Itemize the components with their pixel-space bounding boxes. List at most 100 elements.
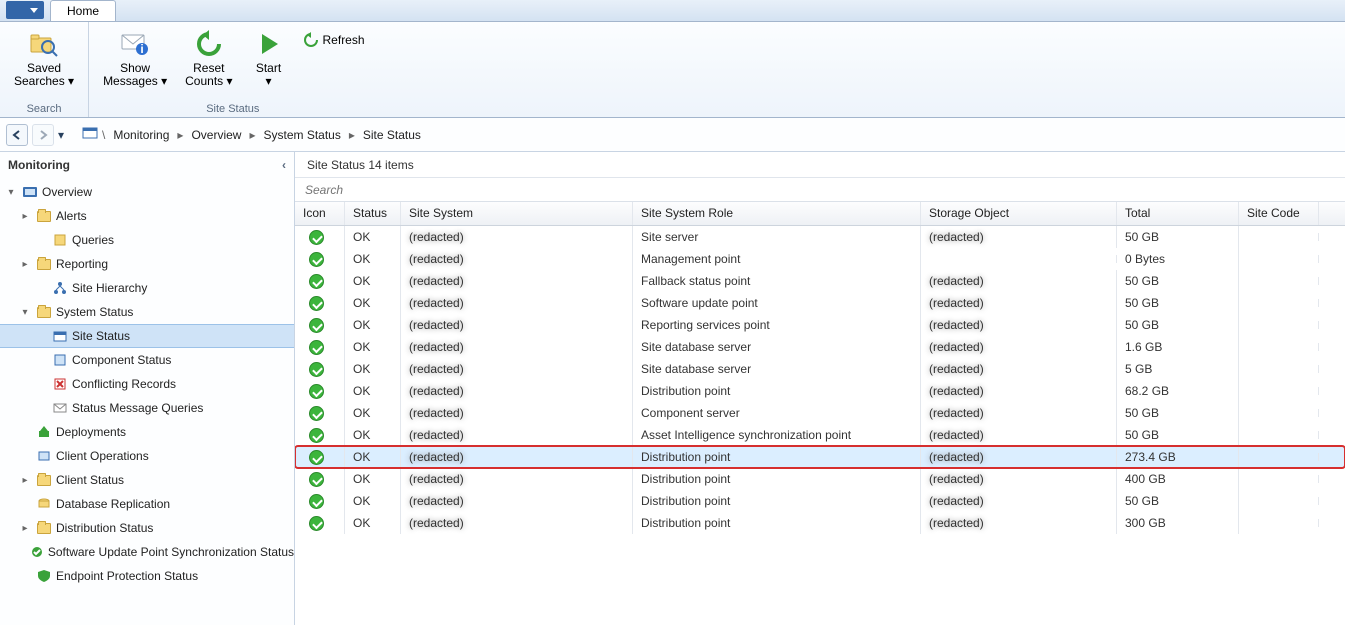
tree-item-component-status[interactable]: Component Status — [0, 348, 294, 372]
cell-total: 50 GB — [1117, 402, 1239, 424]
expand-toggle-icon[interactable]: ▸ — [18, 259, 32, 270]
cell-storage: (redacted) — [921, 468, 1117, 490]
cell-total: 50 GB — [1117, 424, 1239, 446]
table-row[interactable]: OK(redacted)Distribution point(redacted)… — [295, 446, 1345, 468]
table-row[interactable]: OK(redacted)Distribution point(redacted)… — [295, 380, 1345, 402]
column-header-status[interactable]: Status — [345, 202, 401, 225]
ribbon-group-sitestatus: i Show Messages ▾ Reset Counts ▾ Start ▾ — [89, 22, 376, 117]
tree-item-system-status[interactable]: ▾ System Status — [0, 300, 294, 324]
table-row[interactable]: OK(redacted)Site database server(redacte… — [295, 336, 1345, 358]
tree-item-software-update-point-synchronization-status[interactable]: Software Update Point Synchronization St… — [0, 540, 294, 564]
refresh-label: Refresh — [323, 33, 365, 47]
table-row[interactable]: OK(redacted)Site server(redacted)50 GB — [295, 226, 1345, 248]
collapse-tree-icon[interactable]: ‹ — [282, 158, 286, 172]
hierarchy-icon — [52, 280, 68, 296]
tree-item-label: Overview — [42, 185, 92, 199]
cell-sitecode — [1239, 365, 1319, 373]
column-header-role[interactable]: Site System Role — [633, 202, 921, 225]
column-header-icon[interactable]: Icon — [295, 202, 345, 225]
app-menu-button[interactable] — [6, 1, 44, 19]
breadcrumb-item[interactable]: System Status — [259, 128, 344, 142]
table-row[interactable]: OK(redacted)Software update point(redact… — [295, 292, 1345, 314]
tree-item-label: System Status — [56, 305, 133, 319]
table-row[interactable]: OK(redacted)Management point0 Bytes — [295, 248, 1345, 270]
breadcrumb-item[interactable]: Site Status — [359, 128, 425, 142]
column-header-sitecode[interactable]: Site Code — [1239, 202, 1319, 225]
tree-item-queries[interactable]: Queries — [0, 228, 294, 252]
table-row[interactable]: OK(redacted)Fallback status point(redact… — [295, 270, 1345, 292]
workspace-icon[interactable] — [82, 125, 98, 144]
cell-storage: (redacted) — [921, 490, 1117, 512]
table-row[interactable]: OK(redacted)Distribution point(redacted)… — [295, 512, 1345, 534]
status-ok-icon — [295, 490, 345, 513]
tree-item-alerts[interactable]: ▸Alerts — [0, 204, 294, 228]
expand-toggle-icon[interactable]: ▸ — [18, 211, 32, 222]
ribbon-group-title: Search — [8, 101, 80, 115]
column-header-sitesystem[interactable]: Site System — [401, 202, 633, 225]
table-row[interactable]: OK(redacted)Site database server(redacte… — [295, 358, 1345, 380]
content-pane: Site Status 14 items Icon Status Site Sy… — [295, 152, 1345, 625]
expand-toggle-icon[interactable]: ▾ — [18, 307, 32, 318]
table-row[interactable]: OK(redacted)Distribution point(redacted)… — [295, 490, 1345, 512]
cell-status: OK — [345, 336, 401, 358]
nav-dropdown-icon[interactable]: ▾ — [58, 128, 64, 142]
tree-item-conflicting-records[interactable]: Conflicting Records — [0, 372, 294, 396]
refresh-button[interactable]: Refresh — [299, 30, 369, 50]
saved-searches-button[interactable]: Saved Searches ▾ — [8, 26, 80, 101]
breadcrumb-item[interactable]: Overview — [187, 128, 245, 142]
tree-item-status-message-queries[interactable]: Status Message Queries — [0, 396, 294, 420]
cell-status: OK — [345, 424, 401, 446]
column-header-total[interactable]: Total — [1117, 202, 1239, 225]
tree-item-site-hierarchy[interactable]: Site Hierarchy — [0, 276, 294, 300]
cell-sitesystem: (redacted) — [401, 424, 633, 446]
table-row[interactable]: OK(redacted)Asset Intelligence synchroni… — [295, 424, 1345, 446]
cell-sitesystem: (redacted) — [401, 446, 633, 468]
ribbon-tab-home[interactable]: Home — [50, 0, 116, 21]
cell-sitesystem: (redacted) — [401, 314, 633, 336]
expand-toggle-icon[interactable]: ▸ — [18, 475, 32, 486]
cell-role: Management point — [633, 248, 921, 270]
tree-item-deployments[interactable]: Deployments — [0, 420, 294, 444]
expand-toggle-icon[interactable]: ▾ — [4, 187, 18, 198]
cell-status: OK — [345, 292, 401, 314]
reset-counts-button[interactable]: Reset Counts ▾ — [179, 26, 238, 101]
main-area: Monitoring ‹ ▾Overview▸AlertsQueries▸Rep… — [0, 152, 1345, 625]
tree-item-site-status[interactable]: Site Status — [0, 324, 294, 348]
cell-total: 273.4 GB — [1117, 446, 1239, 468]
tree-item-reporting[interactable]: ▸Reporting — [0, 252, 294, 276]
chevron-right-icon: ▸ — [177, 128, 183, 142]
tree-item-database-replication[interactable]: Database Replication — [0, 492, 294, 516]
cell-total: 400 GB — [1117, 468, 1239, 490]
tree-item-endpoint-protection-status[interactable]: Endpoint Protection Status — [0, 564, 294, 588]
search-input[interactable] — [295, 178, 1345, 201]
ribbon-tab-label: Home — [67, 4, 99, 18]
table-row[interactable]: OK(redacted)Component server(redacted)50… — [295, 402, 1345, 424]
cell-role: Distribution point — [633, 380, 921, 402]
tree-item-distribution-status[interactable]: ▸Distribution Status — [0, 516, 294, 540]
show-messages-button[interactable]: i Show Messages ▾ — [97, 26, 173, 101]
navigation-tree[interactable]: ▾ Overview ▸AlertsQueries▸ReportingSite Hi… — [0, 178, 294, 590]
magnifier-folder-icon — [28, 28, 60, 60]
table-row[interactable]: OK(redacted)Reporting services point(red… — [295, 314, 1345, 336]
cell-role: Distribution point — [633, 446, 921, 468]
navigation-bar: ▾ \ Monitoring ▸ Overview ▸ System Statu… — [0, 118, 1345, 152]
ribbon: Saved Searches ▾ Search i Show Messages … — [0, 22, 1345, 118]
grid-body[interactable]: OK(redacted)Site server(redacted)50 GBOK… — [295, 226, 1345, 534]
cell-total: 50 GB — [1117, 490, 1239, 512]
tree-item-overview[interactable]: ▾ Overview — [0, 180, 294, 204]
breadcrumb-item[interactable]: Monitoring — [109, 128, 173, 142]
cell-sitesystem: (redacted) — [401, 336, 633, 358]
column-header-storage[interactable]: Storage Object — [921, 202, 1117, 225]
table-row[interactable]: OK(redacted)Distribution point(redacted)… — [295, 468, 1345, 490]
tree-item-client-status[interactable]: ▸Client Status — [0, 468, 294, 492]
overview-icon — [22, 184, 38, 200]
tree-item-client-operations[interactable]: Client Operations — [0, 444, 294, 468]
nav-forward-button[interactable] — [32, 124, 54, 146]
cell-sitecode — [1239, 387, 1319, 395]
expand-toggle-icon[interactable]: ▸ — [18, 523, 32, 534]
cell-role: Software update point — [633, 292, 921, 314]
cell-sitesystem: (redacted) — [401, 270, 633, 292]
nav-back-button[interactable] — [6, 124, 28, 146]
start-button[interactable]: Start ▾ — [245, 26, 293, 101]
cell-sitecode — [1239, 321, 1319, 329]
